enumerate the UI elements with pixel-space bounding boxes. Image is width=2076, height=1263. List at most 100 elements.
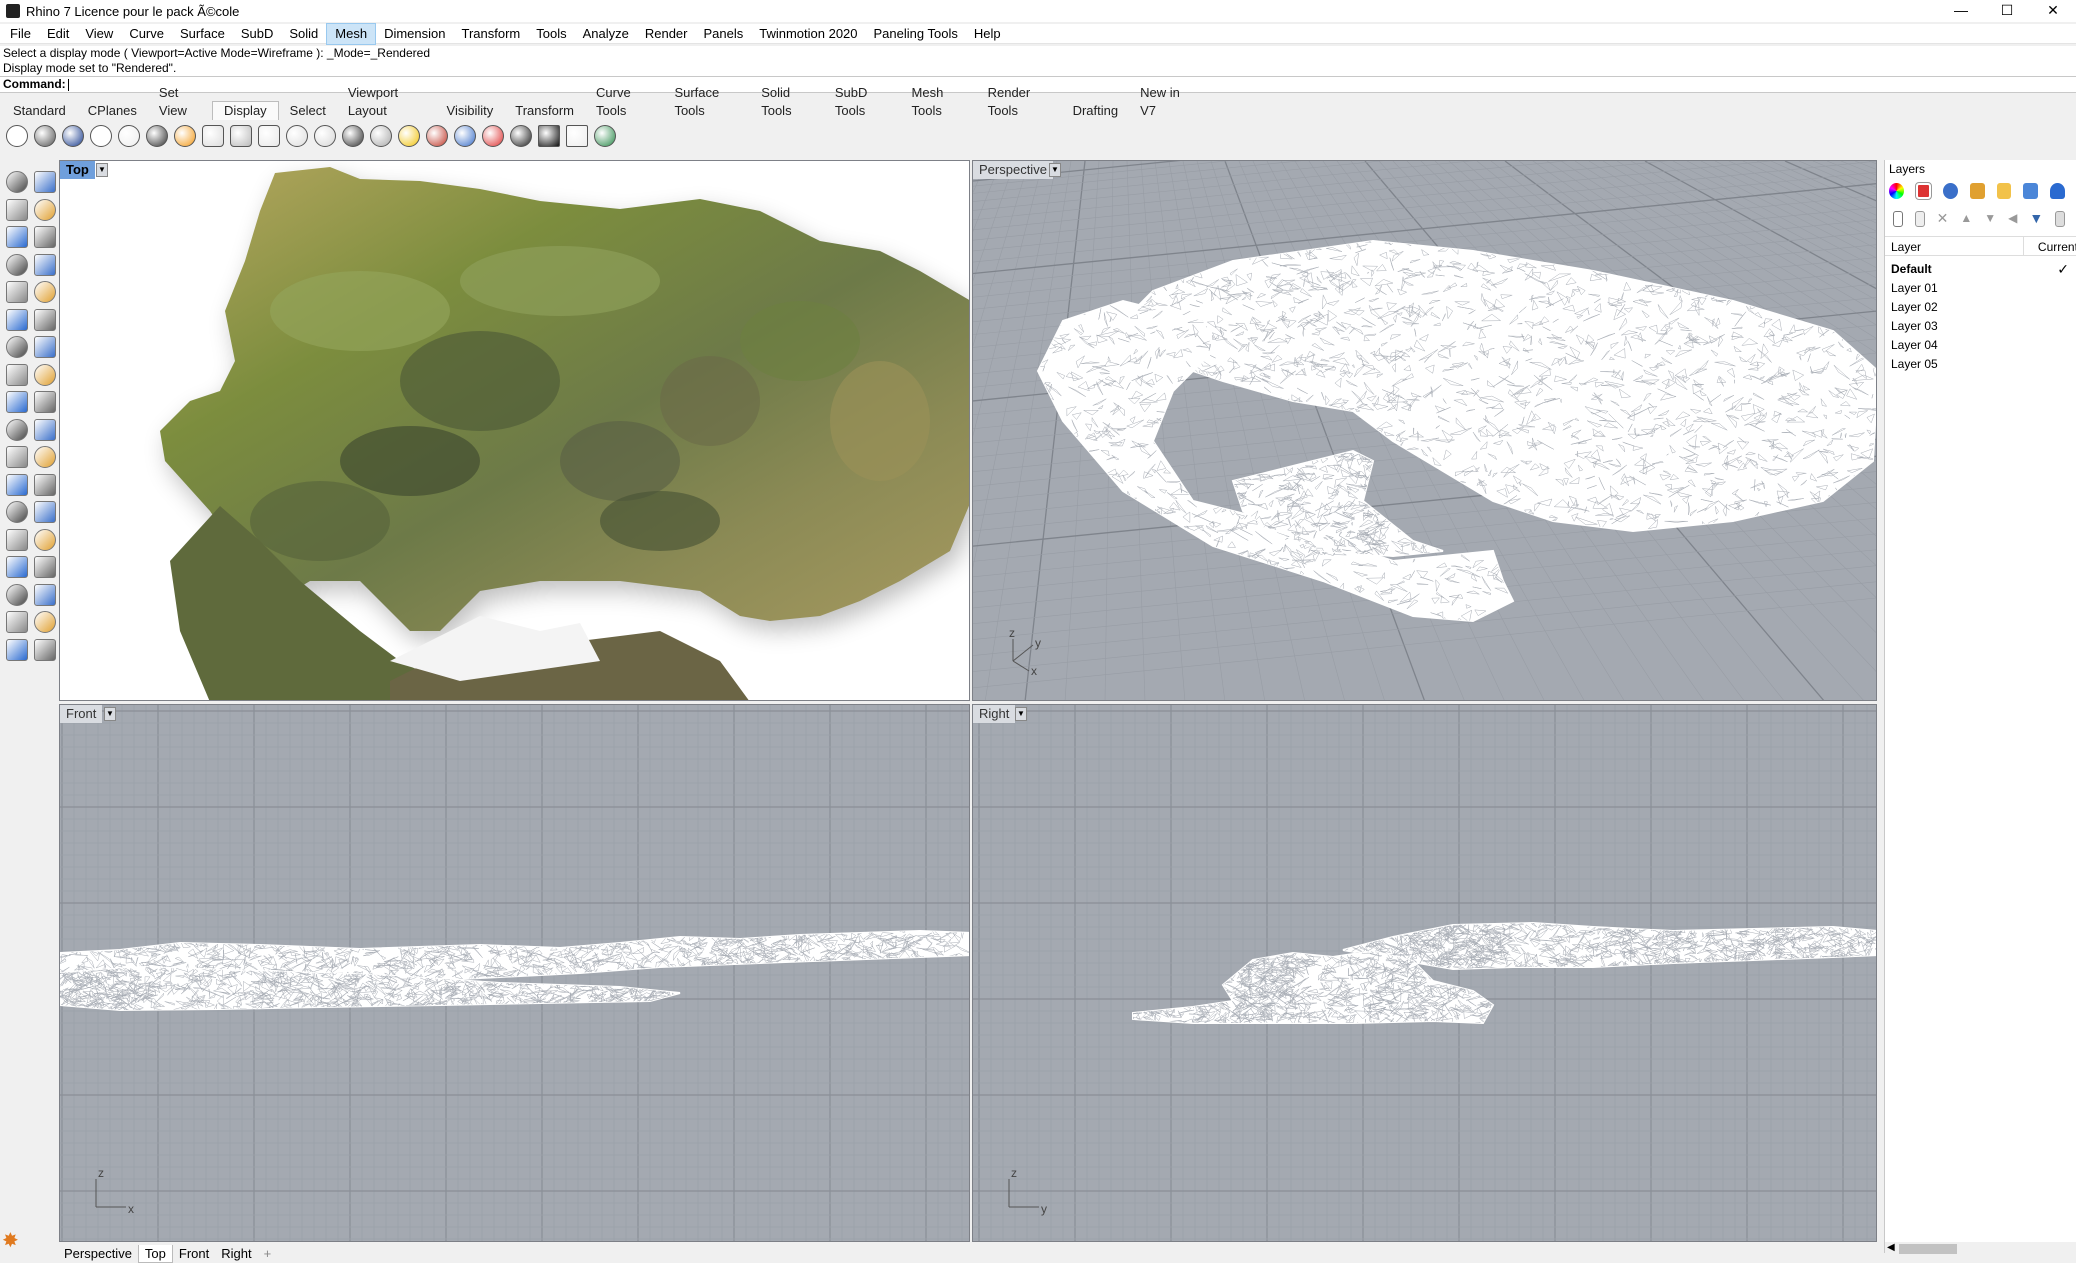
split-icon[interactable] (34, 418, 56, 441)
move-up-icon[interactable]: ▲ (1960, 211, 1972, 227)
surface-edge-icon[interactable] (34, 308, 56, 331)
add-viewport-tab-icon[interactable]: + (258, 1245, 278, 1262)
array-icon[interactable] (34, 528, 56, 551)
viewport-front[interactable]: zx Front ▼ (59, 704, 970, 1242)
filter-icon[interactable]: ▼ (2029, 211, 2043, 227)
layer-row[interactable]: Default ✓ (1885, 260, 2076, 279)
wireframe-icon[interactable] (6, 125, 28, 147)
tab-display[interactable]: Display (212, 101, 279, 120)
layer-row[interactable]: Layer 03 (1885, 317, 2076, 336)
viewport-tab-right[interactable]: Right (215, 1245, 257, 1262)
offset-icon[interactable] (6, 473, 28, 496)
horizontal-scrollbar[interactable]: ◀ (1885, 1242, 2076, 1256)
display-icon[interactable] (2023, 183, 2039, 199)
menu-item-dimension[interactable]: Dimension (376, 24, 453, 44)
viewport-menu-chevron-icon[interactable]: ▼ (1015, 707, 1027, 721)
tab-curve-tools[interactable]: Curve Tools (585, 84, 663, 120)
align-icon[interactable] (34, 556, 56, 578)
transform-icon[interactable] (6, 528, 28, 551)
polyline-icon[interactable] (6, 198, 28, 221)
tab-visibility[interactable]: Visibility (436, 102, 505, 120)
tab-select[interactable]: Select (279, 102, 337, 120)
paint-icon[interactable] (34, 638, 56, 661)
new-sublayer-icon[interactable] (1914, 211, 1925, 227)
properties-icon[interactable] (594, 125, 616, 147)
pen-icon[interactable] (202, 125, 224, 147)
extrude-curve-icon[interactable] (34, 363, 56, 386)
rectangle-icon[interactable] (34, 253, 56, 276)
viewport-label-perspective[interactable]: Perspective (973, 161, 1053, 179)
blend-icon[interactable] (34, 473, 56, 496)
viewport-label-right[interactable]: Right (973, 705, 1016, 723)
box-edit-icon[interactable] (6, 556, 28, 578)
move-left-icon[interactable]: ◀ (2008, 211, 2017, 227)
viewport-menu-chevron-icon[interactable]: ▼ (104, 707, 116, 721)
leaf-icon[interactable]: ✸ (2, 1228, 19, 1253)
menu-item-curve[interactable]: Curve (121, 24, 172, 44)
layer-row[interactable]: Layer 04 (1885, 336, 2076, 355)
menu-item-tools[interactable]: Tools (528, 24, 574, 44)
tab-viewport-layout[interactable]: Viewport Layout (337, 84, 436, 120)
render-sphere-icon[interactable] (6, 638, 28, 661)
viewport-label-top[interactable]: Top (60, 161, 95, 179)
box-icon[interactable] (566, 125, 588, 147)
tab-render-tools[interactable]: Render Tools (977, 84, 1062, 120)
raytraced-icon[interactable] (258, 125, 280, 147)
monitor-icon[interactable] (538, 125, 560, 147)
viewport-top[interactable]: Top ▼ (59, 160, 970, 701)
menu-item-panels[interactable]: Panels (695, 24, 751, 44)
solid-sphere-icon[interactable] (34, 336, 56, 358)
circle-icon[interactable] (6, 226, 28, 248)
curvature-icon[interactable] (510, 125, 532, 147)
point-icon[interactable] (34, 171, 56, 193)
maximize-icon[interactable]: ☐ (1984, 0, 2030, 22)
join-icon[interactable] (6, 391, 28, 413)
notification-icon[interactable] (2050, 183, 2065, 199)
curve-icon[interactable] (34, 198, 56, 221)
tab-solid-tools[interactable]: Solid Tools (750, 84, 824, 120)
menu-item-solid[interactable]: Solid (281, 24, 326, 44)
shaded-icon[interactable] (34, 125, 56, 147)
menu-item-analyze[interactable]: Analyze (575, 24, 637, 44)
menu-item-transform[interactable]: Transform (453, 24, 528, 44)
extrude-icon[interactable] (6, 363, 28, 386)
monochrome-icon[interactable] (286, 125, 308, 147)
dimension-icon[interactable] (34, 501, 56, 523)
text-icon[interactable] (6, 501, 28, 523)
layer-row[interactable]: Layer 05 (1885, 355, 2076, 374)
move-down-icon[interactable]: ▼ (1984, 211, 1996, 227)
technical-icon[interactable] (146, 125, 168, 147)
arc-icon[interactable] (6, 281, 28, 303)
settings-icon[interactable] (2055, 211, 2065, 227)
color-wheel-icon[interactable] (1889, 183, 1904, 199)
viewport-label-front[interactable]: Front (60, 705, 103, 723)
tab-new-in-v7[interactable]: New in V7 (1129, 84, 1200, 120)
tab-cplanes[interactable]: CPlanes (77, 102, 148, 120)
mesh-display-icon[interactable] (314, 125, 336, 147)
delete-icon[interactable]: ✕ (1937, 211, 1949, 227)
tab-transform[interactable]: Transform (504, 102, 585, 120)
minimize-icon[interactable]: — (1938, 0, 1984, 22)
viewport-perspective[interactable]: z yx Perspective ▼ (972, 160, 1877, 701)
viewport-tab-perspective[interactable]: Perspective (58, 1245, 138, 1262)
menu-item-file[interactable]: File (2, 24, 39, 44)
scrollbar-thumb[interactable] (1899, 1244, 1957, 1254)
viewport-tab-top[interactable]: Top (137, 1244, 173, 1263)
rendered-icon[interactable] (62, 125, 84, 147)
layer-row[interactable]: Layer 02 (1885, 298, 2076, 317)
viewport-menu-chevron-icon[interactable]: ▼ (96, 163, 108, 177)
pencil-icon[interactable] (1969, 183, 1985, 199)
select-arrow-icon[interactable] (6, 171, 28, 193)
grid-icon[interactable] (342, 125, 364, 147)
viewport-tab-front[interactable]: Front (173, 1245, 215, 1262)
group-icon[interactable] (34, 446, 56, 468)
folder-icon[interactable] (1996, 183, 2012, 199)
clipping-icon[interactable] (454, 125, 476, 147)
menu-item-edit[interactable]: Edit (39, 24, 77, 44)
polygon-icon[interactable] (6, 253, 28, 276)
arctic-icon[interactable] (230, 125, 252, 147)
explode-icon[interactable] (34, 391, 56, 413)
render-icon[interactable] (1942, 183, 1958, 199)
sphere-icon[interactable] (370, 125, 392, 147)
section-icon[interactable] (426, 125, 448, 147)
